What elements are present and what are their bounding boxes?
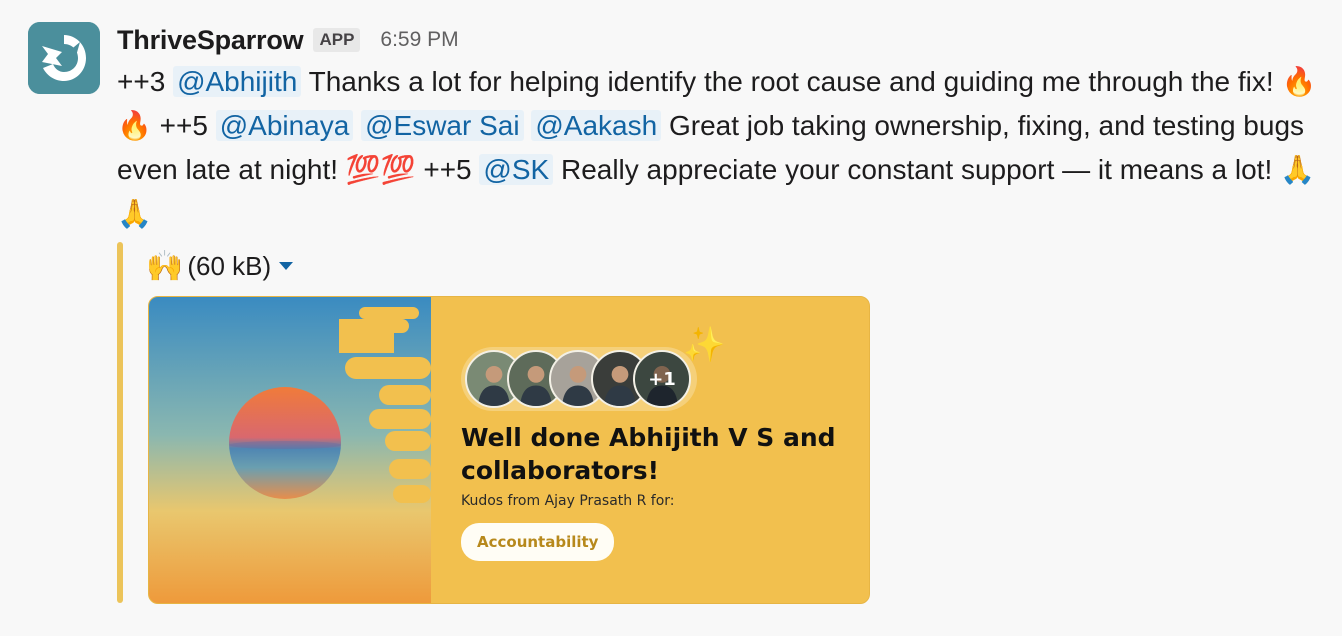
message: ThriveSparrow APP 6:59 PM ++3 @Abhijith …: [0, 0, 1342, 636]
kudos-subtitle: Kudos from Ajay Prasath R for:: [461, 493, 675, 509]
app-badge: APP: [313, 28, 361, 52]
chevron-down-icon[interactable]: [279, 262, 294, 270]
message-text: [353, 110, 361, 141]
message-body: ++3 @Abhijith Thanks a lot for helping i…: [117, 60, 1327, 236]
attachment-accent-bar: [117, 242, 123, 603]
recipient-avatars: +1: [461, 347, 697, 411]
company-value-badge: Accountability: [461, 523, 615, 561]
app-avatar[interactable]: [28, 22, 100, 94]
message-text: Really appreciate your constant support …: [553, 154, 1280, 185]
message-text: ++5: [151, 110, 216, 141]
user-mention[interactable]: @Aakash: [531, 110, 662, 141]
raising-hands-icon: 🙌: [146, 248, 184, 284]
message-text: ++3: [117, 66, 174, 97]
user-mention[interactable]: @SK: [479, 154, 554, 185]
user-mention[interactable]: @Eswar Sai: [361, 110, 524, 141]
sparrow-logo-icon: [28, 22, 100, 94]
sparkles-icon: ✨: [683, 325, 726, 365]
file-size: (60 kB): [187, 250, 272, 281]
sender-name[interactable]: ThriveSparrow: [117, 25, 304, 56]
timestamp[interactable]: 6:59 PM: [380, 28, 458, 52]
user-mention[interactable]: @Abhijith: [173, 66, 302, 97]
more-count: +1: [635, 352, 689, 406]
message-text: ++5: [415, 154, 480, 185]
kudos-card-content: +1 ✨ Well done Abhijith V S and collabor…: [461, 325, 861, 561]
kudos-card-image[interactable]: +1 ✨ Well done Abhijith V S and collabor…: [148, 296, 870, 604]
user-mention[interactable]: @Abinaya: [215, 110, 354, 141]
message-header: ThriveSparrow APP 6:59 PM: [117, 20, 459, 60]
attachment-header[interactable]: 🙌 (60 kB): [146, 246, 294, 286]
kudos-title: Well done Abhijith V S and collaborators…: [461, 423, 836, 485]
message-text: Thanks a lot for helping identify the ro…: [301, 66, 1282, 97]
emoji-icon[interactable]: 💯💯: [346, 153, 416, 186]
